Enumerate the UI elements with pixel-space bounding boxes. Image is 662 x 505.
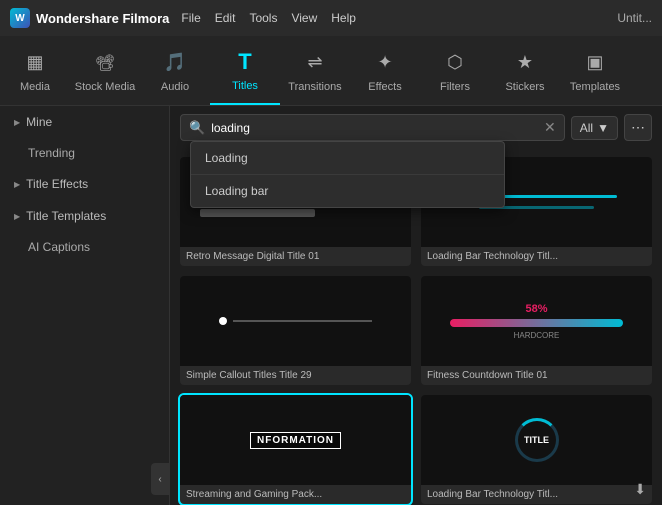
stock-media-icon: 📽 [91,49,119,77]
thumbnail-callout [180,276,411,366]
toolbar-stickers[interactable]: ★ Stickers [490,36,560,105]
toolbar-templates-label: Templates [570,81,620,93]
app-name: Wondershare Filmora [36,11,169,26]
window-title: Untit... [617,11,652,25]
sidebar-ai-captions-label: AI Captions [28,240,90,254]
app-logo: W Wondershare Filmora [10,8,169,28]
retro-bar-2 [200,209,315,217]
filter-dropdown[interactable]: All ▼ [571,116,618,140]
fitness-countdown-label: Fitness Countdown Title 01 [421,366,652,385]
toolbar: ▦ Media 📽 Stock Media 🎵 Audio T Titles ⇌… [0,36,662,106]
filters-icon: ⬡ [441,49,469,77]
toolbar-filters-label: Filters [440,81,470,93]
sidebar-item-title-effects[interactable]: ▶ Title Effects [0,168,169,200]
search-bar: 🔍 ✕ Loading Loading bar All ▼ [170,106,662,149]
autocomplete-item-loading-bar[interactable]: Loading bar [191,174,504,207]
menu-help[interactable]: Help [331,11,356,25]
callout-line [233,320,372,322]
loading-circle-title: TITLE [524,435,549,445]
chevron-down-icon: ▼ [597,121,609,135]
grid-item-fitness-countdown[interactable]: 58% HARDCORE Fitness Countdown Title 01 [421,276,652,385]
sidebar-item-mine[interactable]: ▶ Mine [0,106,169,138]
toolbar-stock-media-label: Stock Media [75,81,136,93]
toolbar-templates[interactable]: ▣ Templates [560,36,630,105]
sidebar: ▶ Mine Trending ▶ Title Effects ▶ Title … [0,106,170,505]
toolbar-audio[interactable]: 🎵 Audio [140,36,210,105]
items-grid: Retro Message Digital Title 01 Loading B… [180,157,652,504]
loading-bar-tech-2-label: Loading Bar Technology Titl... [421,485,652,504]
menu-edit[interactable]: Edit [215,11,236,25]
retro-message-label: Retro Message Digital Title 01 [180,247,411,266]
toolbar-effects[interactable]: ✦ Effects [350,36,420,105]
arrow-icon-mine: ▶ [14,118,20,127]
sidebar-item-title-templates[interactable]: ▶ Title Templates [0,200,169,232]
menu-tools[interactable]: Tools [249,11,277,25]
content-area: 🔍 ✕ Loading Loading bar All ▼ [170,106,662,505]
toolbar-titles[interactable]: T Titles [210,36,280,105]
stream-text: NFORMATION [250,432,341,449]
titles-icon: T [231,48,259,76]
titlebar: W Wondershare Filmora File Edit Tools Vi… [0,0,662,36]
toolbar-transitions-label: Transitions [288,81,341,93]
stickers-icon: ★ [511,49,539,77]
fitness-bar [450,319,623,327]
simple-callout-label: Simple Callout Titles Title 29 [180,366,411,385]
sidebar-mine-label: Mine [26,115,52,129]
more-options-button[interactable]: ⋯ [624,114,652,141]
sidebar-trending-label: Trending [28,146,75,160]
media-icon: ▦ [21,49,49,77]
search-input[interactable] [211,121,538,135]
grid-item-streaming-gaming[interactable]: NFORMATION Streaming and Gaming Pack... [180,395,411,504]
menu-file[interactable]: File [181,11,200,25]
sidebar-title-templates-label: Title Templates [26,209,106,223]
thumbnail-loading-circle: TITLE [421,395,652,485]
collapse-icon: ‹ [158,474,161,485]
toolbar-effects-label: Effects [368,81,401,93]
toolbar-stock-media[interactable]: 📽 Stock Media [70,36,140,105]
menu-view[interactable]: View [291,11,317,25]
search-clear-button[interactable]: ✕ [544,119,556,136]
filter-label: All [580,121,593,135]
grid-item-loading-bar-tech-2[interactable]: TITLE Loading Bar Technology Titl... ⬇ [421,395,652,504]
autocomplete-dropdown: Loading Loading bar [190,141,505,208]
thumbnail-streaming: NFORMATION [180,395,411,485]
effects-icon: ✦ [371,49,399,77]
toolbar-media-label: Media [20,81,50,93]
sidebar-title-effects-label: Title Effects [26,177,88,191]
fitness-pct: 58% [525,303,547,315]
search-icon: 🔍 [189,120,205,136]
autocomplete-item-loading[interactable]: Loading [191,142,504,174]
toolbar-filters[interactable]: ⬡ Filters [420,36,490,105]
toolbar-audio-label: Audio [161,81,189,93]
arrow-icon-templates: ▶ [14,212,20,221]
loading-bar-tech-label: Loading Bar Technology Titl... [421,247,652,266]
streaming-gaming-label: Streaming and Gaming Pack... [180,485,411,504]
fitness-sub: HARDCORE [514,331,560,340]
transitions-icon: ⇌ [301,49,329,77]
arrow-icon-effects: ▶ [14,180,20,189]
autocomplete-loading-bar-label: Loading bar [205,184,268,198]
sidebar-item-ai-captions[interactable]: AI Captions [0,232,169,262]
sidebar-item-trending[interactable]: Trending [0,138,169,168]
audio-icon: 🎵 [161,49,189,77]
thumbnail-fitness: 58% HARDCORE [421,276,652,366]
toolbar-transitions[interactable]: ⇌ Transitions [280,36,350,105]
logo-icon: W [10,8,30,28]
search-input-container: 🔍 ✕ [180,114,565,141]
callout-dot [219,317,227,325]
download-icon[interactable]: ⬇ [634,481,646,498]
main-area: ▶ Mine Trending ▶ Title Effects ▶ Title … [0,106,662,505]
toolbar-stickers-label: Stickers [505,81,544,93]
autocomplete-loading-label: Loading [205,151,248,165]
templates-icon: ▣ [581,49,609,77]
more-icon: ⋯ [631,119,645,135]
menu-bar: File Edit Tools View Help [181,11,356,25]
toolbar-media[interactable]: ▦ Media [0,36,70,105]
toolbar-titles-label: Titles [232,80,258,92]
sidebar-collapse-button[interactable]: ‹ [151,463,169,495]
search-wrapper: 🔍 ✕ Loading Loading bar [180,114,565,141]
grid-item-simple-callout[interactable]: Simple Callout Titles Title 29 [180,276,411,385]
